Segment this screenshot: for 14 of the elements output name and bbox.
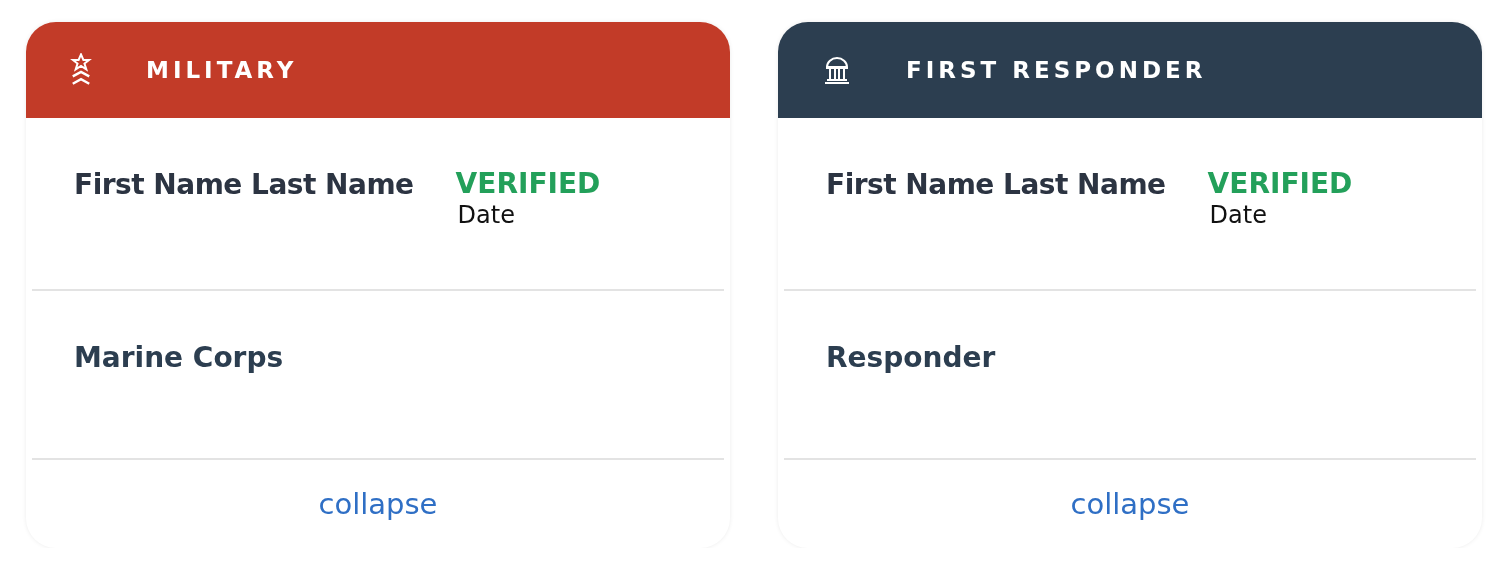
person-name: First Name Last Name — [74, 168, 414, 201]
status-label: VERIFIED — [1207, 168, 1353, 200]
card-title: MILITARY — [146, 57, 298, 83]
person-name: First Name Last Name — [826, 168, 1166, 201]
building-icon — [822, 55, 852, 85]
date-label: Date — [1209, 200, 1268, 230]
collapse-link[interactable]: collapse — [1070, 487, 1190, 521]
date-label: Date — [457, 200, 516, 230]
category-label: Responder — [826, 341, 996, 374]
status-label: VERIFIED — [455, 168, 601, 200]
card-title: FIRST RESPONDER — [906, 57, 1207, 83]
star-chevron-icon — [70, 53, 92, 87]
collapse-link[interactable]: collapse — [318, 487, 438, 521]
category-label: Marine Corps — [74, 341, 284, 374]
